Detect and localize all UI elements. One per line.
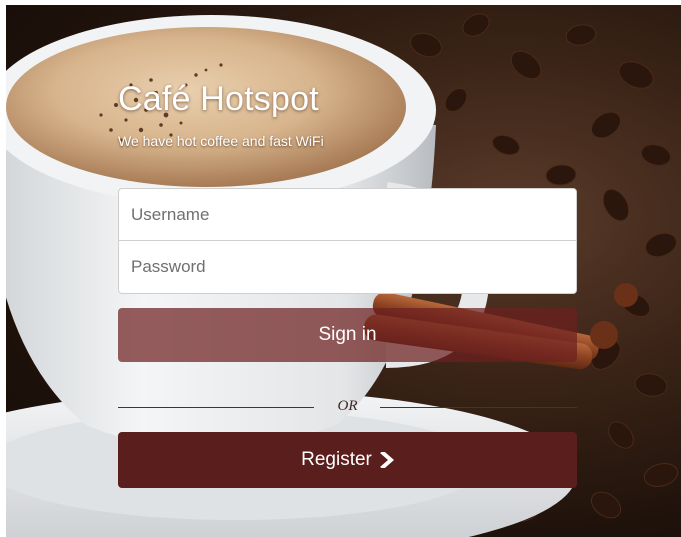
register-button[interactable]: Register	[118, 432, 577, 488]
hotspot-login-page: Café Hotspot We have hot coffee and fast…	[0, 0, 681, 537]
username-input[interactable]	[118, 188, 577, 241]
chevron-right-icon	[380, 452, 394, 468]
sign-in-label: Sign in	[318, 324, 377, 345]
or-divider: OR	[118, 397, 577, 417]
sign-in-button[interactable]: Sign in	[118, 308, 577, 362]
password-input[interactable]	[118, 241, 577, 294]
page-title: Café Hotspot	[118, 80, 319, 118]
divider-line-right	[380, 407, 577, 408]
page-subtitle: We have hot coffee and fast WiFi	[118, 133, 324, 149]
register-label: Register	[301, 449, 372, 470]
